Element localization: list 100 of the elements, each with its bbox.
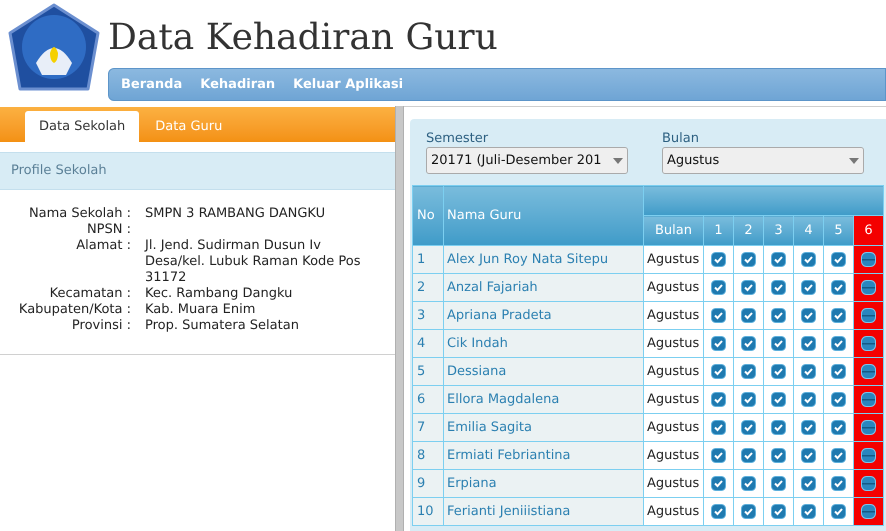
checked-checkbox[interactable] [801,364,816,379]
field-label: Bulan [662,131,700,147]
checked-checkbox[interactable] [771,364,786,379]
checked-checkbox[interactable] [801,448,816,463]
table-cell: 5 [412,358,444,386]
checked-checkbox[interactable] [711,448,726,463]
tab[interactable]: Data Guru [141,111,236,142]
checked-checkbox[interactable] [771,336,786,351]
column-header: 2 [734,216,764,246]
field-label: NPSN : [86,222,131,238]
caret-icon [849,158,859,164]
column-header: 1 [704,216,734,246]
table-cell: 1 [412,246,444,274]
checked-checkbox[interactable] [831,420,846,435]
teacher-name-link[interactable]: Ellora Magdalena [444,386,644,414]
checked-checkbox[interactable] [831,504,846,519]
checked-checkbox[interactable] [771,308,786,323]
checked-checkbox[interactable] [831,448,846,463]
checked-checkbox[interactable] [831,476,846,491]
checked-checkbox[interactable] [771,448,786,463]
checked-checkbox[interactable] [741,392,756,407]
unchecked-checkbox[interactable] [861,252,876,267]
checked-checkbox[interactable] [741,420,756,435]
checked-checkbox[interactable] [771,392,786,407]
table-cell: 4 [412,330,444,358]
teacher-name-link[interactable]: Apriana Pradeta [444,302,644,330]
dropdown[interactable]: Agustus [662,147,864,174]
checked-checkbox[interactable] [831,308,846,323]
table-cell: 8 [412,442,444,470]
unchecked-checkbox[interactable] [861,308,876,323]
column-header: Bulan [644,216,704,246]
checked-checkbox[interactable] [741,280,756,295]
teacher-name-link[interactable]: Ermiati Febriantina [444,442,644,470]
column-header: 5 [824,216,854,246]
checked-checkbox[interactable] [741,252,756,267]
checked-checkbox[interactable] [801,476,816,491]
nav-link[interactable]: Kehadiran [200,74,276,94]
table-cell: Agustus [644,498,704,526]
checked-checkbox[interactable] [711,392,726,407]
checked-checkbox[interactable] [711,504,726,519]
checked-checkbox[interactable] [801,280,816,295]
checked-checkbox[interactable] [741,364,756,379]
checked-checkbox[interactable] [831,392,846,407]
checked-checkbox[interactable] [831,280,846,295]
checked-checkbox[interactable] [801,504,816,519]
unchecked-checkbox[interactable] [861,364,876,379]
table-cell: Agustus [644,302,704,330]
checked-checkbox[interactable] [741,448,756,463]
unchecked-checkbox[interactable] [861,420,876,435]
checked-checkbox[interactable] [801,252,816,267]
teacher-name-link[interactable]: Erpiana [444,470,644,498]
unchecked-checkbox[interactable] [861,392,876,407]
checked-checkbox[interactable] [801,336,816,351]
checked-checkbox[interactable] [711,364,726,379]
checked-checkbox[interactable] [771,504,786,519]
unchecked-checkbox[interactable] [861,448,876,463]
field-label: Kecamatan : [48,286,131,302]
checked-checkbox[interactable] [771,476,786,491]
checked-checkbox[interactable] [741,476,756,491]
table-cell: Agustus [644,414,704,442]
teacher-name-link[interactable]: Cik Indah [444,330,644,358]
checked-checkbox[interactable] [831,252,846,267]
teacher-name-link[interactable]: Emilia Sagita [444,414,644,442]
unchecked-checkbox[interactable] [861,280,876,295]
checked-checkbox[interactable] [711,280,726,295]
checked-checkbox[interactable] [771,420,786,435]
table-cell: 7 [412,414,444,442]
checked-checkbox[interactable] [741,504,756,519]
checked-checkbox[interactable] [711,336,726,351]
field-value: SMPN 3 RAMBANG DANGKU [145,206,326,222]
checked-checkbox[interactable] [771,280,786,295]
checked-checkbox[interactable] [741,336,756,351]
nav-link[interactable]: Beranda [121,74,182,94]
checked-checkbox[interactable] [801,308,816,323]
tab[interactable]: Data Sekolah [25,111,140,142]
checked-checkbox[interactable] [711,476,726,491]
teacher-name-link[interactable]: Anzal Fajariah [444,274,644,302]
unchecked-checkbox[interactable] [861,476,876,491]
table-cell: Agustus [644,386,704,414]
field-value: Kec. Rambang Dangku [145,286,294,302]
scrollbar[interactable] [395,106,404,531]
unchecked-checkbox[interactable] [861,504,876,519]
checked-checkbox[interactable] [801,420,816,435]
field-label: Provinsi : [70,318,131,334]
checked-checkbox[interactable] [711,308,726,323]
table-cell: Agustus [644,358,704,386]
checked-checkbox[interactable] [711,252,726,267]
checked-checkbox[interactable] [831,364,846,379]
teacher-name-link[interactable]: Dessiana [444,358,644,386]
checked-checkbox[interactable] [711,420,726,435]
checked-checkbox[interactable] [771,252,786,267]
teacher-name-link[interactable]: Alex Jun Roy Nata Sitepu [444,246,644,274]
checked-checkbox[interactable] [831,336,846,351]
nav-link[interactable]: Keluar Aplikasi [293,74,404,94]
unchecked-checkbox[interactable] [861,336,876,351]
dropdown[interactable]: 20171 (Juli-Desember 201 [426,147,628,174]
checked-checkbox[interactable] [741,308,756,323]
field-value: Kab. Muara Enim [145,302,256,318]
checked-checkbox[interactable] [801,392,816,407]
teacher-name-link[interactable]: Ferianti Jeniiistiana [444,498,644,526]
